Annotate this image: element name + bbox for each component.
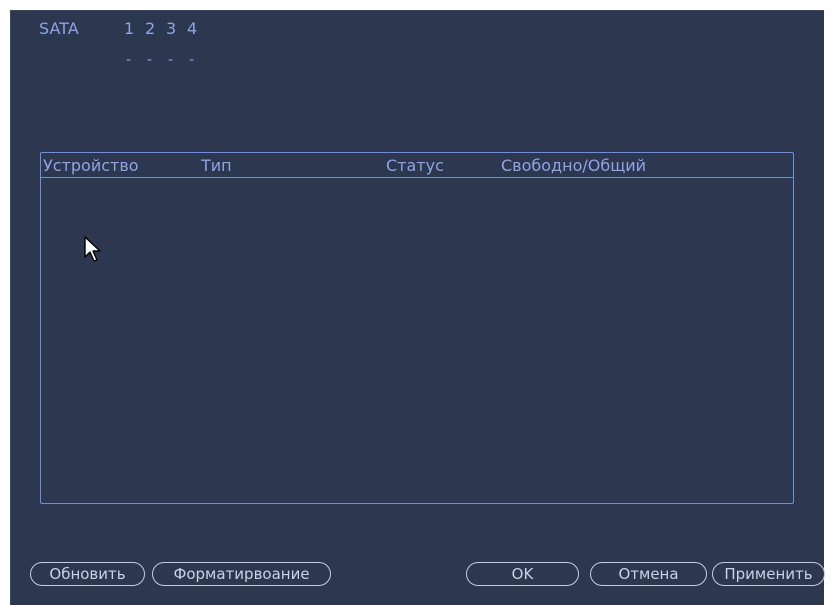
column-header-device[interactable]: Устройство: [43, 156, 139, 175]
hdd-table-header: Устройство Тип Статус Свободно/Общий: [41, 153, 793, 178]
sata-port-4-status: -: [189, 52, 195, 68]
sata-port-2: 2: [145, 19, 156, 38]
apply-button[interactable]: Применить: [712, 562, 825, 586]
sata-port-4: 4: [187, 19, 198, 38]
sata-label: SATA: [39, 19, 79, 38]
sata-port-3: 3: [166, 19, 177, 38]
cancel-button[interactable]: Отмена: [590, 562, 707, 586]
column-header-free-total[interactable]: Свободно/Общий: [501, 156, 646, 175]
hdd-table-body[interactable]: [41, 178, 793, 503]
sata-port-1: 1: [124, 19, 135, 38]
sata-port-3-status: -: [168, 52, 174, 68]
sata-port-2-status: -: [147, 52, 153, 68]
ok-button[interactable]: OK: [466, 562, 579, 586]
refresh-button[interactable]: Обновить: [30, 562, 145, 586]
column-header-type[interactable]: Тип: [201, 156, 232, 175]
column-header-status[interactable]: Статус: [386, 156, 444, 175]
format-button[interactable]: Форматирвоание: [152, 562, 331, 586]
hdd-table: Устройство Тип Статус Свободно/Общий: [40, 152, 794, 504]
sata-port-1-status: -: [126, 52, 132, 68]
mouse-pointer-icon: [84, 236, 101, 262]
